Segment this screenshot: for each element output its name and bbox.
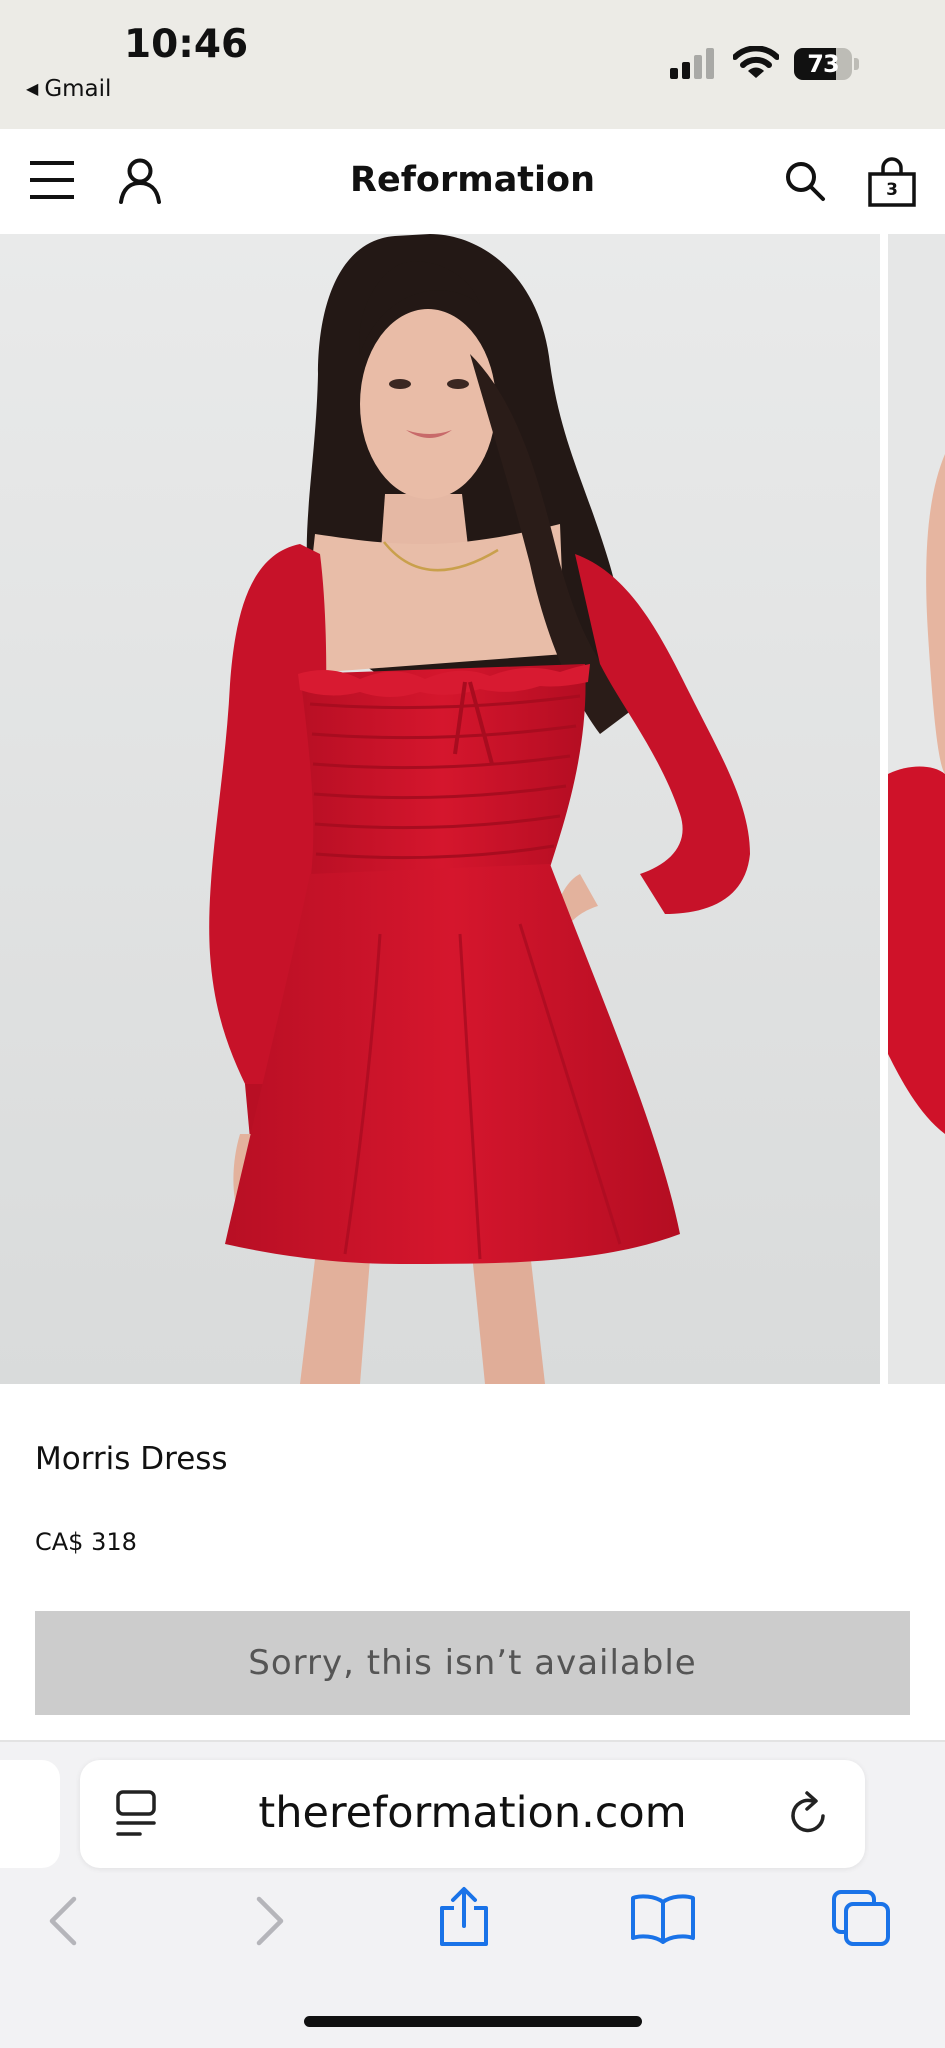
battery-icon: 73 <box>794 48 860 80</box>
reload-icon[interactable] <box>786 1790 832 1838</box>
status-bar: 10:46 ◀ Gmail 73 <box>0 0 945 129</box>
search-icon[interactable] <box>784 160 826 202</box>
battery-tip <box>854 58 859 70</box>
tabs-icon[interactable] <box>830 1888 892 1948</box>
bag-count-badge: 3 <box>886 180 898 200</box>
back-app-label: Gmail <box>44 76 112 102</box>
next-product-photo-peek[interactable] <box>888 234 945 1384</box>
bookmarks-icon[interactable] <box>629 1892 697 1944</box>
unavailable-button[interactable]: Sorry, this isn’t available <box>35 1611 910 1715</box>
back-to-app-link[interactable]: ◀ Gmail <box>26 76 111 102</box>
wifi-icon <box>733 46 779 78</box>
share-icon[interactable] <box>436 1886 492 1948</box>
product-image-gallery[interactable] <box>0 234 945 1384</box>
battery-percent: 73 <box>807 50 839 78</box>
back-chevron-icon[interactable] <box>46 1895 80 1947</box>
home-indicator <box>304 2016 642 2027</box>
product-name: Morris Dress <box>35 1441 228 1477</box>
cellular-signal-icon <box>670 48 714 79</box>
forward-chevron-icon[interactable] <box>253 1895 287 1947</box>
product-price: CA$ 318 <box>35 1528 137 1556</box>
status-time: 10:46 <box>124 22 249 67</box>
battery-body: 73 <box>794 48 852 80</box>
previous-tab-peek[interactable] <box>0 1760 60 1868</box>
product-photo-model-red-dress[interactable] <box>0 234 880 1384</box>
url-text[interactable]: thereformation.com <box>80 1788 865 1838</box>
back-triangle-icon: ◀ <box>26 79 39 98</box>
address-bar[interactable]: thereformation.com <box>80 1760 865 1868</box>
